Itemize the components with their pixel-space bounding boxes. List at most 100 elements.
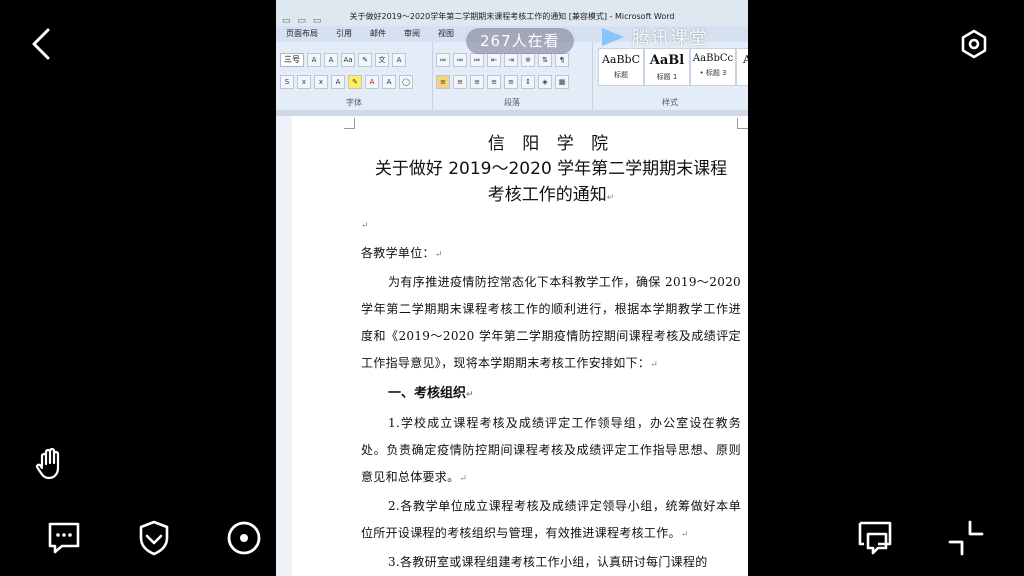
margin-corner xyxy=(344,118,355,129)
settings-button[interactable] xyxy=(954,24,994,64)
doc-section-1-text: 一、考核组织 xyxy=(388,386,467,401)
doc-item-1: 1.学校成立课程考核及成绩评定工作领导组，办公室设在教务处。负责确定疫情防控期间… xyxy=(361,410,741,493)
raise-hand-icon xyxy=(35,447,60,480)
raise-hand-button[interactable] xyxy=(32,444,72,484)
superscript-icon[interactable]: x xyxy=(314,75,328,89)
grow-font-icon[interactable]: A xyxy=(307,53,321,67)
back-button[interactable] xyxy=(22,24,62,64)
font-group: 三号 A A Aa ✎ 文 A S x x A ✎ A A ◯ 字体 xyxy=(276,42,433,110)
empty-line: ↵ xyxy=(361,211,741,240)
document-page: 信 阳 学 院 关于做好 2019～2020 学年第二学期期末课程 考核工作的通… xyxy=(292,116,748,576)
doc-school-name: 信 阳 学 院 xyxy=(487,134,615,154)
collapse-icon xyxy=(948,520,984,556)
target-icon xyxy=(227,521,261,555)
style-title-sample: AaBbC xyxy=(601,53,641,66)
styles-group: AaBbC 标题 AaBl 标题 1 AaBbCc • 标题 3 A 样式 xyxy=(592,42,748,110)
para-mark: ↵ xyxy=(459,474,468,484)
brand-watermark: 腾讯课堂 xyxy=(598,24,708,50)
enclose-char-icon[interactable]: ◯ xyxy=(399,75,413,89)
highlight-icon[interactable]: ✎ xyxy=(348,75,362,89)
comment-button[interactable] xyxy=(44,518,84,558)
back-arrow-icon xyxy=(32,28,50,60)
target-button[interactable] xyxy=(224,518,264,558)
align-center-icon[interactable]: ≡ xyxy=(453,75,467,89)
para-mark: ↵ xyxy=(466,390,474,400)
decrease-indent-icon[interactable]: ⇤ xyxy=(487,53,501,67)
screen-comment-icon xyxy=(858,521,892,555)
tab-references[interactable]: 引用 xyxy=(336,28,352,39)
align-left-icon[interactable]: ≡ xyxy=(436,75,450,89)
text-effect-icon[interactable]: A xyxy=(331,75,345,89)
justify-icon[interactable]: ≡ xyxy=(487,75,501,89)
style-heading-1-name: 标题 1 xyxy=(656,73,678,81)
increase-indent-icon[interactable]: ⇥ xyxy=(504,53,518,67)
style-heading-1-sample: AaBl xyxy=(649,53,685,68)
doc-item-3: 3.各教研室或课程组建考核工作小组，认真研讨每门课程的 xyxy=(388,555,708,569)
styles-group-label: 样式 xyxy=(662,98,678,107)
bullets-icon[interactable]: ≔ xyxy=(436,53,450,67)
doc-item-1-text: 1.学校成立课程考核及成绩评定工作领导组，办公室设在教务处。负责确定疫情防控期间… xyxy=(361,416,741,484)
viewer-count: 267人在看 xyxy=(466,28,574,54)
para-mark: ↵ xyxy=(606,193,615,203)
tab-view[interactable]: 视图 xyxy=(438,28,454,39)
brand-text: 腾讯课堂 xyxy=(632,28,708,49)
numbering-icon[interactable]: ≔ xyxy=(453,53,467,67)
sort-icon[interactable]: ⇅ xyxy=(538,53,552,67)
tab-page-layout[interactable]: 页面布局 xyxy=(286,28,318,39)
doc-intro: 为有序推进疫情防控常态化下本科教学工作，确保 2019～2020 学年第二学期期… xyxy=(361,269,741,379)
tab-mailings[interactable]: 邮件 xyxy=(370,28,386,39)
margin-corner xyxy=(737,118,748,129)
font-color-icon[interactable]: A xyxy=(365,75,379,89)
clear-format-icon[interactable]: ✎ xyxy=(358,53,372,67)
shield-button[interactable] xyxy=(134,518,174,558)
doc-greeting-text: 各教学单位： xyxy=(361,246,435,260)
shading-icon[interactable]: ◈ xyxy=(538,75,552,89)
font-group-label: 字体 xyxy=(346,98,362,107)
line-spacing-icon[interactable]: ↕ xyxy=(521,75,535,89)
multilevel-list-icon[interactable]: ≔ xyxy=(470,53,484,67)
style-title[interactable]: AaBbC 标题 xyxy=(598,48,644,86)
paragraph-group-label: 段落 xyxy=(504,98,520,107)
collapse-button[interactable] xyxy=(946,518,986,558)
para-mark: ↵ xyxy=(650,360,659,370)
char-border-icon[interactable]: A xyxy=(392,53,406,67)
para-mark: ↵ xyxy=(680,530,689,540)
font-size-select[interactable]: 三号 xyxy=(280,53,304,67)
align-right-icon[interactable]: ≡ xyxy=(470,75,484,89)
style-heading-1[interactable]: AaBl 标题 1 xyxy=(644,48,690,86)
style-title-name: 标题 xyxy=(614,71,628,79)
phonetic-icon[interactable]: 文 xyxy=(375,53,389,67)
word-titlebar: ▭ ▭ ▭ 关于做好2019～2020学年第二学期期末课程考核工作的通知 [兼容… xyxy=(276,0,748,26)
doc-item-2: 2.各教学单位成立课程考核及成绩评定领导小组，统筹做好本单位所开设课程的考核组织… xyxy=(361,493,741,549)
show-marks-icon[interactable]: ¶ xyxy=(555,53,569,67)
comment-icon xyxy=(48,522,80,554)
strikethrough-icon[interactable]: S xyxy=(280,75,294,89)
char-shading-icon[interactable]: A xyxy=(382,75,396,89)
doc-greeting: 各教学单位：↵ xyxy=(361,240,741,269)
distribute-icon[interactable]: ≡ xyxy=(504,75,518,89)
screen-comment-button[interactable] xyxy=(856,518,896,558)
doc-intro-text: 为有序推进疫情防控常态化下本科教学工作，确保 2019～2020 学年第二学期期… xyxy=(361,275,741,370)
share-button[interactable] xyxy=(314,518,354,558)
tab-review[interactable]: 审阅 xyxy=(404,28,420,39)
chinese-layout-icon[interactable]: ※ xyxy=(521,53,535,67)
change-case-icon[interactable]: Aa xyxy=(341,53,355,67)
style-more-sample: A xyxy=(743,53,748,66)
style-more[interactable]: A xyxy=(736,48,748,86)
settings-hex-icon xyxy=(961,29,987,59)
borders-icon[interactable]: ▦ xyxy=(555,75,569,89)
doc-section-1: 一、考核组织↵ xyxy=(361,379,741,410)
subscript-icon[interactable]: x xyxy=(297,75,311,89)
shrink-font-icon[interactable]: A xyxy=(324,53,338,67)
doc-title-line2: 考核工作的通知↵ xyxy=(361,182,741,211)
para-mark: ↵ xyxy=(434,250,443,260)
window-title: 关于做好2019～2020学年第二学期期末课程考核工作的通知 [兼容模式] - … xyxy=(349,12,675,21)
document-body[interactable]: 信 阳 学 院 关于做好 2019～2020 学年第二学期期末课程 考核工作的通… xyxy=(361,132,741,576)
para-mark: ↵ xyxy=(361,221,369,231)
share-icon xyxy=(318,522,350,554)
style-heading-3[interactable]: AaBbCc • 标题 3 xyxy=(690,48,736,86)
stream-view: ▭ ▭ ▭ 关于做好2019～2020学年第二学期期末课程考核工作的通知 [兼容… xyxy=(276,0,748,576)
style-heading-3-name: • 标题 3 xyxy=(699,69,727,77)
doc-title-line2-text: 考核工作的通知 xyxy=(487,185,607,205)
doc-title-line1: 关于做好 2019～2020 学年第二学期期末课程 xyxy=(374,159,728,179)
